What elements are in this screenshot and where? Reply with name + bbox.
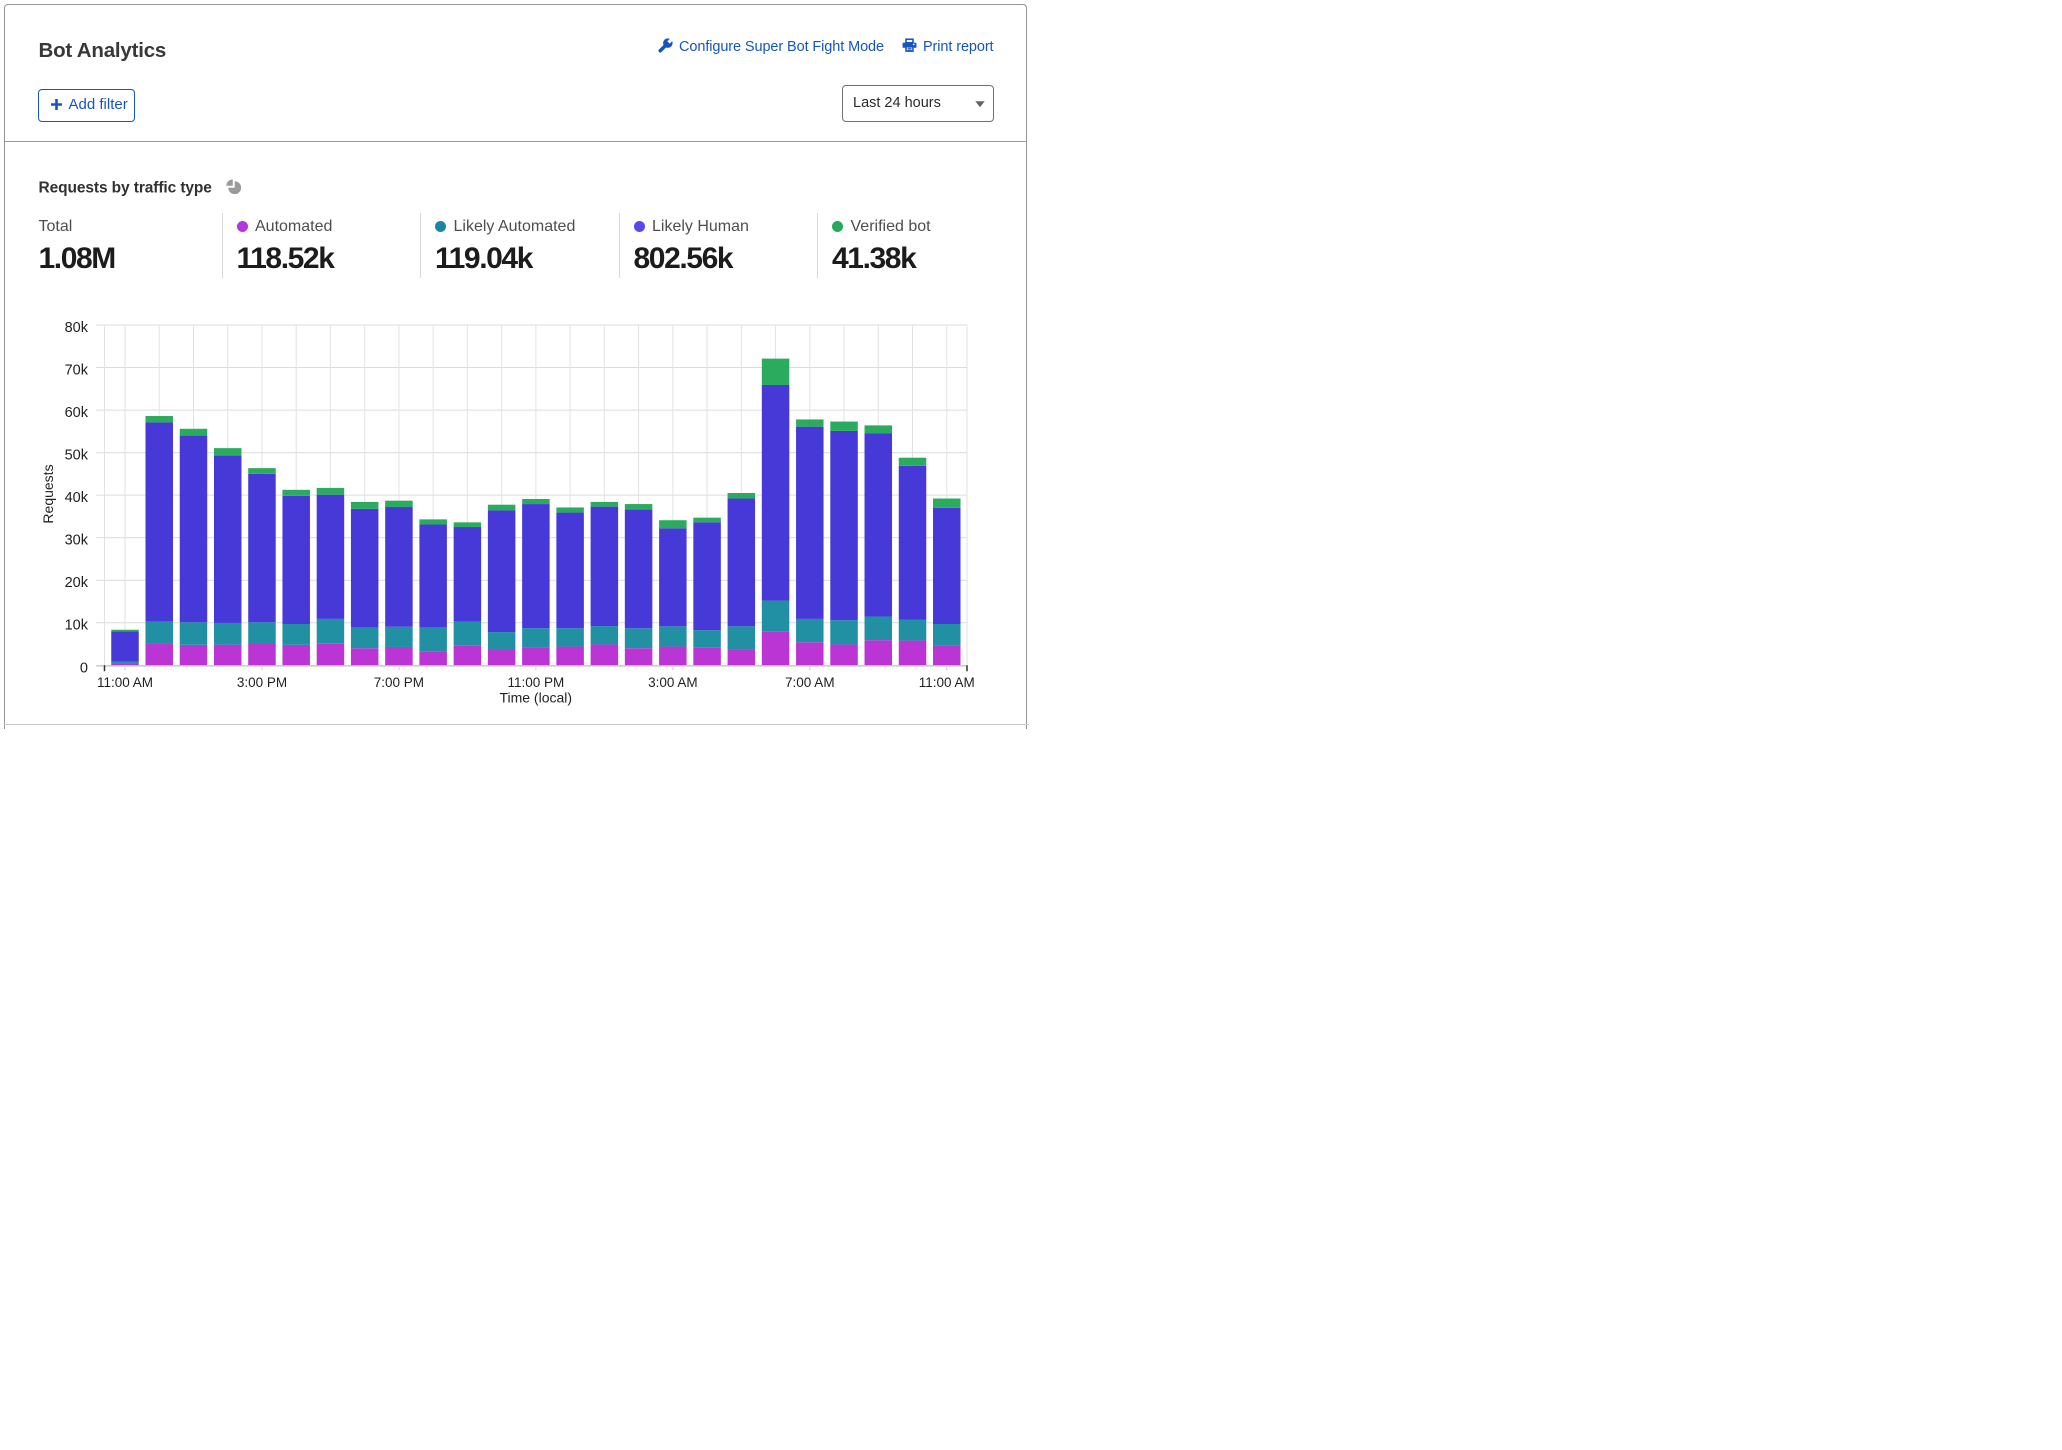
- svg-text:11:00 AM: 11:00 AM: [97, 675, 153, 690]
- svg-text:3:00 PM: 3:00 PM: [237, 675, 287, 690]
- svg-text:Requests: Requests: [40, 464, 56, 523]
- svg-text:20k: 20k: [65, 575, 89, 591]
- svg-text:Time (local): Time (local): [499, 690, 572, 706]
- svg-text:11:00 PM: 11:00 PM: [507, 675, 564, 690]
- svg-text:30k: 30k: [65, 533, 89, 549]
- svg-text:10k: 10k: [65, 618, 89, 634]
- svg-text:60k: 60k: [65, 405, 89, 421]
- svg-text:7:00 AM: 7:00 AM: [785, 675, 835, 690]
- svg-text:40k: 40k: [65, 490, 89, 506]
- svg-text:50k: 50k: [65, 448, 89, 464]
- svg-text:70k: 70k: [65, 363, 89, 379]
- svg-text:11:00 AM: 11:00 AM: [919, 675, 975, 690]
- svg-text:7:00 PM: 7:00 PM: [374, 675, 424, 690]
- svg-text:0: 0: [80, 660, 88, 676]
- svg-text:3:00 AM: 3:00 AM: [648, 675, 698, 690]
- svg-text:80k: 80k: [65, 320, 89, 336]
